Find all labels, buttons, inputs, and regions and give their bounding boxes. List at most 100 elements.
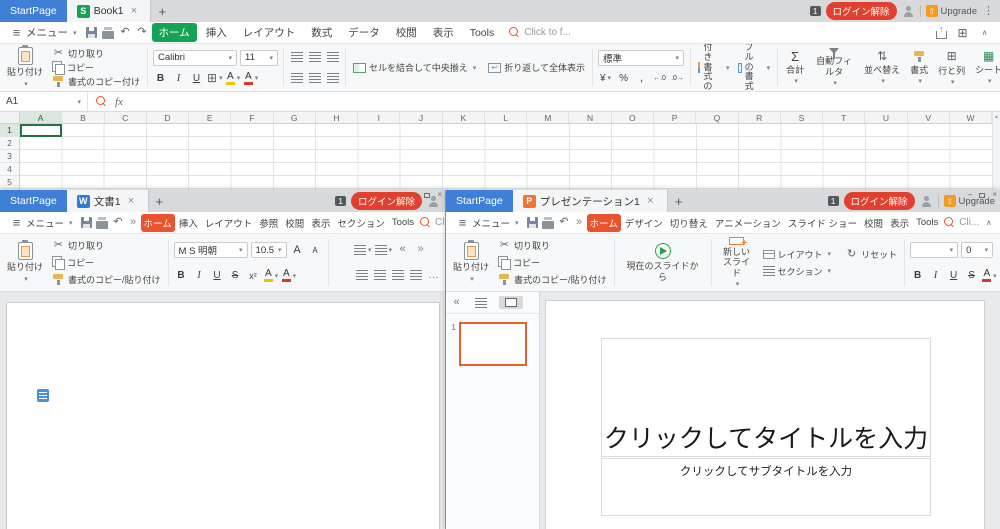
align-center-button[interactable] <box>372 268 387 283</box>
format-button[interactable]: 書式 <box>907 47 931 88</box>
ribbon-tab-slideshow[interactable]: スライド ショー <box>785 214 860 232</box>
column-header-A[interactable]: A <box>20 112 62 123</box>
logout-button[interactable]: ログイン解除 <box>844 192 915 210</box>
borders-button[interactable] <box>207 71 223 86</box>
ribbon-tab-home[interactable]: ホーム <box>587 214 621 232</box>
ribbon-tab-review[interactable]: 校閲 <box>282 214 307 232</box>
table-format-button[interactable]: テーブルの書式設定 <box>736 44 773 92</box>
cut-button[interactable]: 切り取り <box>496 239 609 252</box>
undo-button[interactable] <box>557 215 572 230</box>
tab-startpage[interactable]: StartPage <box>0 0 67 22</box>
column-header[interactable]: I <box>358 112 400 123</box>
print-button[interactable] <box>101 25 116 40</box>
minimize-icon[interactable]: – <box>413 191 417 199</box>
close-window-icon[interactable]: × <box>437 191 442 199</box>
align-right-button[interactable] <box>325 70 340 85</box>
ribbon-tab-view[interactable]: 表示 <box>308 214 333 232</box>
more-paragraph-icon[interactable] <box>426 268 441 283</box>
cut-button[interactable]: 切り取り <box>50 47 142 60</box>
collapse-ribbon-icon[interactable] <box>978 26 991 39</box>
section-button[interactable]: セクション <box>761 265 834 278</box>
minimize-icon[interactable]: – <box>968 191 972 199</box>
column-header[interactable]: P <box>654 112 696 123</box>
grow-font-button[interactable] <box>290 243 305 258</box>
font-color-button[interactable] <box>982 268 997 283</box>
column-header[interactable]: Q <box>696 112 738 123</box>
column-header[interactable]: W <box>950 112 992 123</box>
ribbon-tab-review[interactable]: 校閲 <box>861 214 886 232</box>
column-header[interactable]: U <box>865 112 907 123</box>
close-tab-icon[interactable] <box>127 5 140 18</box>
ribbon-tab-tools[interactable]: Tools <box>913 215 941 230</box>
format-painter-button[interactable]: 書式のコピー/貼り付け <box>50 273 163 286</box>
strikethrough-button[interactable] <box>964 268 979 283</box>
column-header[interactable]: F <box>231 112 273 123</box>
slide-view-button[interactable] <box>499 296 523 309</box>
align-right-button[interactable] <box>390 268 405 283</box>
more-menu-icon[interactable] <box>982 5 995 18</box>
column-header[interactable]: K <box>443 112 485 123</box>
font-size-select[interactable]: 10.5 <box>251 242 287 258</box>
underline-button[interactable] <box>210 268 225 283</box>
writer-page[interactable] <box>6 302 440 529</box>
font-size-select[interactable]: 0 <box>961 242 993 258</box>
align-center-button[interactable] <box>307 70 322 85</box>
reset-button[interactable]: リセット <box>843 248 899 261</box>
italic-button[interactable] <box>192 268 207 283</box>
column-header[interactable]: H <box>316 112 358 123</box>
row-header-1[interactable]: 1 <box>0 124 19 137</box>
row-header[interactable]: 5 <box>0 176 19 189</box>
font-name-select[interactable] <box>910 242 958 258</box>
ribbon-tab-design[interactable]: デザイン <box>622 214 666 232</box>
save-button[interactable] <box>79 215 94 230</box>
new-tab-button[interactable]: + <box>151 0 173 22</box>
ribbon-tab-home[interactable]: ホーム <box>141 214 175 232</box>
tab-startpage[interactable]: StartPage <box>0 190 67 212</box>
undo-button[interactable] <box>118 25 133 40</box>
sheet-button[interactable]: シート <box>972 47 1000 88</box>
print-button[interactable] <box>541 215 556 230</box>
paste-button[interactable]: 貼り付け <box>450 237 492 288</box>
fill-color-button[interactable] <box>226 71 241 86</box>
bold-button[interactable] <box>910 268 925 283</box>
sort-button[interactable]: 並べ替え <box>861 47 903 88</box>
ribbon-tab-transitions[interactable]: 切り替え <box>667 214 711 232</box>
outline-view-button[interactable] <box>469 296 493 310</box>
copy-button[interactable]: コピー <box>50 256 163 269</box>
cut-button[interactable]: 切り取り <box>50 239 163 252</box>
menu-button[interactable]: メニュー <box>5 215 78 231</box>
ribbon-search[interactable]: Cli... <box>418 217 446 228</box>
increase-decimal-button[interactable] <box>670 71 685 86</box>
ribbon-tab-view[interactable]: 表示 <box>887 214 912 232</box>
increase-indent-button[interactable] <box>413 242 428 257</box>
underline-button[interactable] <box>946 268 961 283</box>
highlight-color-button[interactable] <box>264 268 279 283</box>
merge-center-button[interactable]: セルを結合して中央揃え <box>351 61 478 74</box>
row-header[interactable]: 3 <box>0 150 19 163</box>
ribbon-tab-animations[interactable]: アニメーション <box>712 214 784 232</box>
column-header[interactable]: S <box>781 112 823 123</box>
comma-format-button[interactable] <box>634 71 649 86</box>
new-tab-button[interactable]: + <box>149 190 171 212</box>
font-color-button[interactable] <box>282 268 297 283</box>
account-icon[interactable] <box>902 5 915 18</box>
more-tools-icon[interactable] <box>573 216 586 229</box>
copy-button[interactable]: コピー <box>50 61 142 74</box>
redo-button[interactable] <box>135 25 150 40</box>
currency-format-button[interactable] <box>598 71 613 86</box>
font-size-select[interactable]: 11 <box>240 50 278 66</box>
new-slide-button[interactable]: 新しいスライド <box>717 237 757 288</box>
font-name-select[interactable]: M S 明朝 <box>174 242 248 258</box>
bold-button[interactable] <box>174 268 189 283</box>
row-header[interactable]: 2 <box>0 137 19 150</box>
column-header[interactable]: M <box>527 112 569 123</box>
ribbon-search[interactable]: Click to f... <box>503 27 577 38</box>
column-header[interactable]: C <box>105 112 147 123</box>
column-header[interactable]: L <box>485 112 527 123</box>
vertical-scrollbar[interactable] <box>992 112 1000 190</box>
undo-button[interactable] <box>111 215 126 230</box>
maximize-icon[interactable] <box>424 193 430 198</box>
slide-canvas[interactable]: クリックしてタイトルを入力 クリックしてサブタイトルを入力 <box>545 300 985 529</box>
ribbon-tab-tools[interactable]: Tools <box>389 215 417 230</box>
close-window-icon[interactable]: × <box>992 191 997 199</box>
